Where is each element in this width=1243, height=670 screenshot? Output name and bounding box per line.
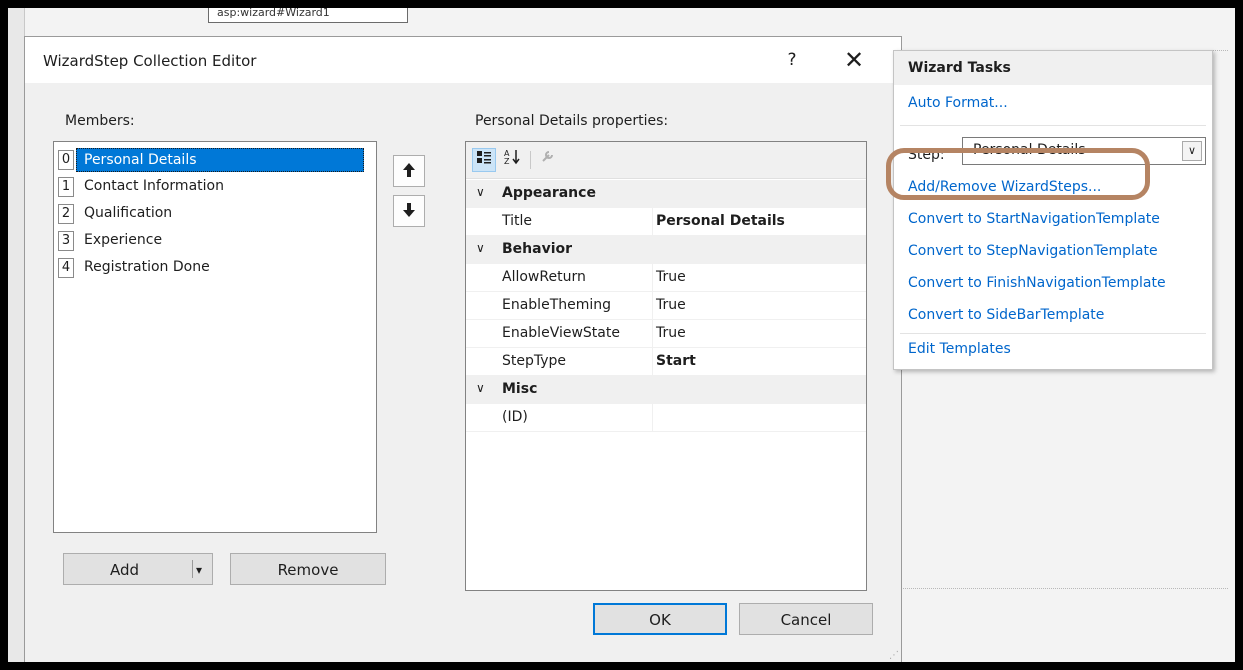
- convert-sidebar-link[interactable]: Convert to SideBarTemplate: [908, 307, 1104, 323]
- category-appearance[interactable]: ∨ Appearance: [466, 180, 866, 208]
- divider: [900, 333, 1206, 334]
- categorized-icon[interactable]: [472, 148, 496, 172]
- chevron-down-icon[interactable]: ▾: [196, 554, 202, 586]
- property-row-enableviewstate[interactable]: EnableViewState True: [466, 320, 866, 348]
- member-index: 3: [58, 231, 74, 251]
- svg-text:Z: Z: [504, 157, 510, 166]
- member-name: Registration Done: [84, 259, 210, 275]
- highlight-annotation: [886, 148, 1150, 200]
- chevron-down-icon[interactable]: ∨: [476, 241, 485, 255]
- column-divider: [652, 208, 653, 235]
- member-index: 1: [58, 177, 74, 197]
- wizardstep-collection-editor-dialog: WizardStep Collection Editor ? ✕ Members…: [24, 36, 902, 662]
- property-row-title[interactable]: Title Personal Details: [466, 208, 866, 236]
- members-list[interactable]: 0 Personal Details 1 Contact Information…: [53, 141, 377, 533]
- edit-templates-link[interactable]: Edit Templates: [908, 341, 1011, 357]
- toolbar-separator: [530, 151, 531, 169]
- arrow-up-icon: [403, 163, 415, 177]
- convert-startnavigation-link[interactable]: Convert to StartNavigationTemplate: [908, 211, 1160, 227]
- property-name: EnableViewState: [502, 325, 620, 341]
- cancel-button[interactable]: Cancel: [739, 603, 873, 635]
- convert-stepnavigation-link[interactable]: Convert to StepNavigationTemplate: [908, 243, 1158, 259]
- property-name: (ID): [502, 409, 528, 425]
- designer-dotted-line: [898, 588, 1228, 589]
- property-row-steptype[interactable]: StepType Start: [466, 348, 866, 376]
- category-misc[interactable]: ∨ Misc: [466, 376, 866, 404]
- convert-finishnavigation-link[interactable]: Convert to FinishNavigationTemplate: [908, 275, 1166, 291]
- list-item-registration-done[interactable]: 4 Registration Done: [58, 256, 374, 280]
- add-button-label: Add: [110, 561, 140, 579]
- dialog-title: WizardStep Collection Editor: [43, 52, 257, 70]
- column-divider: [652, 348, 653, 375]
- property-row-allowreturn[interactable]: AllowReturn True: [466, 264, 866, 292]
- members-label: Members:: [65, 113, 135, 129]
- list-item-contact-information[interactable]: 1 Contact Information: [58, 175, 374, 199]
- alphabetical-sort-icon[interactable]: AZ: [500, 148, 524, 172]
- chevron-down-icon[interactable]: ∨: [476, 185, 485, 199]
- move-down-button[interactable]: [393, 195, 425, 227]
- member-name: Contact Information: [84, 178, 224, 194]
- property-row-enabletheming[interactable]: EnableTheming True: [466, 292, 866, 320]
- divider: [900, 125, 1206, 126]
- properties-label: Personal Details properties:: [475, 113, 669, 129]
- wizard-tasks-header: Wizard Tasks: [894, 51, 1212, 85]
- list-item-qualification[interactable]: 2 Qualification: [58, 202, 374, 226]
- designer-left-strip: [8, 8, 25, 662]
- list-item-experience[interactable]: 3 Experience: [58, 229, 374, 253]
- property-grid-toolbar: AZ: [466, 142, 866, 179]
- column-divider: [652, 264, 653, 291]
- category-behavior[interactable]: ∨ Behavior: [466, 236, 866, 264]
- property-grid: AZ ∨ Appearance Title Personal Details ∨: [465, 141, 867, 591]
- property-name: EnableTheming: [502, 297, 612, 313]
- property-name: Title: [502, 213, 533, 229]
- add-button[interactable]: Add ▾: [63, 553, 213, 585]
- property-row-id[interactable]: (ID): [466, 404, 866, 432]
- chevron-down-icon[interactable]: ∨: [1182, 141, 1202, 161]
- wizard-tasks-panel: Wizard Tasks Auto Format... Step: Person…: [893, 50, 1213, 370]
- member-name: Qualification: [84, 205, 173, 221]
- add-dropdown-separator: [192, 560, 193, 578]
- arrow-down-icon: [403, 203, 415, 217]
- member-index: 4: [58, 258, 74, 278]
- member-name: Experience: [84, 232, 163, 248]
- close-button[interactable]: ✕: [837, 45, 871, 75]
- column-divider: [652, 292, 653, 319]
- member-name: Personal Details: [76, 148, 364, 172]
- list-item-personal-details[interactable]: 0 Personal Details: [58, 148, 374, 172]
- property-value[interactable]: True: [656, 297, 686, 313]
- member-index: 0: [58, 150, 74, 170]
- member-index: 2: [58, 204, 74, 224]
- designer-tag: asp:wizard#Wizard1: [208, 8, 408, 23]
- property-value[interactable]: Start: [656, 353, 696, 369]
- property-value[interactable]: Personal Details: [656, 213, 785, 229]
- dialog-titlebar: WizardStep Collection Editor ? ✕: [25, 37, 901, 83]
- property-name: StepType: [502, 353, 567, 369]
- category-name: Misc: [502, 381, 538, 397]
- help-button[interactable]: ?: [777, 45, 807, 75]
- ok-button[interactable]: OK: [593, 603, 727, 635]
- remove-button[interactable]: Remove: [230, 553, 386, 585]
- resize-grip-icon[interactable]: ⋰: [889, 650, 899, 661]
- property-name: AllowReturn: [502, 269, 586, 285]
- property-pages-icon[interactable]: [536, 148, 560, 172]
- column-divider: [652, 404, 653, 431]
- property-value[interactable]: True: [656, 269, 686, 285]
- designer-canvas: asp:wizard#Wizard1 WizardStep Collection…: [8, 8, 1235, 662]
- category-name: Appearance: [502, 185, 596, 201]
- move-up-button[interactable]: [393, 155, 425, 187]
- chevron-down-icon[interactable]: ∨: [476, 381, 485, 395]
- property-value[interactable]: True: [656, 325, 686, 341]
- column-divider: [652, 320, 653, 347]
- auto-format-link[interactable]: Auto Format...: [908, 95, 1008, 111]
- category-name: Behavior: [502, 241, 573, 257]
